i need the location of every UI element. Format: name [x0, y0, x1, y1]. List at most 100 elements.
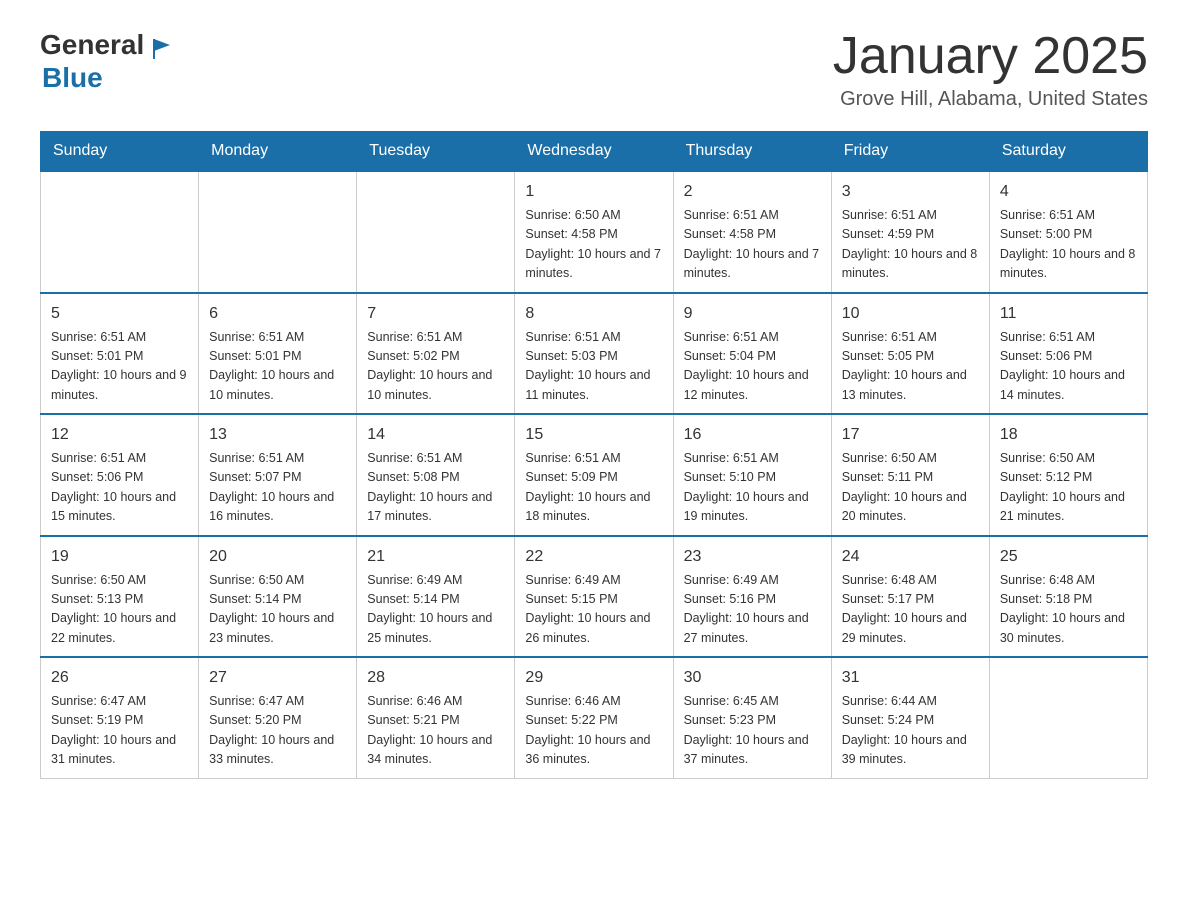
day-info: Sunrise: 6:51 AM Sunset: 5:04 PM Dayligh…: [684, 328, 821, 406]
calendar-week-5: 26Sunrise: 6:47 AM Sunset: 5:19 PM Dayli…: [41, 657, 1148, 778]
calendar-cell: 1Sunrise: 6:50 AM Sunset: 4:58 PM Daylig…: [515, 171, 673, 293]
calendar-cell: 28Sunrise: 6:46 AM Sunset: 5:21 PM Dayli…: [357, 657, 515, 778]
day-info: Sunrise: 6:51 AM Sunset: 5:07 PM Dayligh…: [209, 449, 346, 527]
month-title: January 2025: [833, 30, 1148, 82]
day-info: Sunrise: 6:47 AM Sunset: 5:20 PM Dayligh…: [209, 692, 346, 770]
calendar-cell: 27Sunrise: 6:47 AM Sunset: 5:20 PM Dayli…: [199, 657, 357, 778]
day-info: Sunrise: 6:47 AM Sunset: 5:19 PM Dayligh…: [51, 692, 188, 770]
day-number: 28: [367, 666, 504, 690]
day-number: 8: [525, 302, 662, 326]
day-number: 15: [525, 423, 662, 447]
day-info: Sunrise: 6:45 AM Sunset: 5:23 PM Dayligh…: [684, 692, 821, 770]
day-number: 23: [684, 545, 821, 569]
day-info: Sunrise: 6:46 AM Sunset: 5:22 PM Dayligh…: [525, 692, 662, 770]
calendar-cell: 30Sunrise: 6:45 AM Sunset: 5:23 PM Dayli…: [673, 657, 831, 778]
day-number: 13: [209, 423, 346, 447]
day-number: 20: [209, 545, 346, 569]
day-info: Sunrise: 6:51 AM Sunset: 5:01 PM Dayligh…: [209, 328, 346, 406]
day-number: 29: [525, 666, 662, 690]
day-info: Sunrise: 6:49 AM Sunset: 5:16 PM Dayligh…: [684, 571, 821, 649]
weekday-header-thursday: Thursday: [673, 132, 831, 172]
day-info: Sunrise: 6:49 AM Sunset: 5:14 PM Dayligh…: [367, 571, 504, 649]
title-block: January 2025 Grove Hill, Alabama, United…: [833, 30, 1148, 111]
day-number: 18: [1000, 423, 1137, 447]
day-number: 31: [842, 666, 979, 690]
weekday-header-tuesday: Tuesday: [357, 132, 515, 172]
calendar-cell: 29Sunrise: 6:46 AM Sunset: 5:22 PM Dayli…: [515, 657, 673, 778]
calendar-cell: 13Sunrise: 6:51 AM Sunset: 5:07 PM Dayli…: [199, 414, 357, 536]
logo-blue-text: Blue: [40, 63, 174, 94]
calendar-cell: 3Sunrise: 6:51 AM Sunset: 4:59 PM Daylig…: [831, 171, 989, 293]
calendar-cell: [989, 657, 1147, 778]
calendar-week-2: 5Sunrise: 6:51 AM Sunset: 5:01 PM Daylig…: [41, 293, 1148, 415]
day-info: Sunrise: 6:51 AM Sunset: 5:02 PM Dayligh…: [367, 328, 504, 406]
day-info: Sunrise: 6:44 AM Sunset: 5:24 PM Dayligh…: [842, 692, 979, 770]
day-info: Sunrise: 6:51 AM Sunset: 5:00 PM Dayligh…: [1000, 206, 1137, 284]
day-number: 21: [367, 545, 504, 569]
calendar-cell: 7Sunrise: 6:51 AM Sunset: 5:02 PM Daylig…: [357, 293, 515, 415]
page-header: General Blue January 2025 Grove Hill, Al…: [40, 30, 1148, 111]
day-number: 27: [209, 666, 346, 690]
day-number: 10: [842, 302, 979, 326]
day-number: 11: [1000, 302, 1137, 326]
calendar-cell: 4Sunrise: 6:51 AM Sunset: 5:00 PM Daylig…: [989, 171, 1147, 293]
calendar-cell: 18Sunrise: 6:50 AM Sunset: 5:12 PM Dayli…: [989, 414, 1147, 536]
day-info: Sunrise: 6:50 AM Sunset: 5:13 PM Dayligh…: [51, 571, 188, 649]
calendar-week-4: 19Sunrise: 6:50 AM Sunset: 5:13 PM Dayli…: [41, 536, 1148, 658]
day-number: 5: [51, 302, 188, 326]
calendar-cell: 20Sunrise: 6:50 AM Sunset: 5:14 PM Dayli…: [199, 536, 357, 658]
day-number: 30: [684, 666, 821, 690]
calendar-table: SundayMondayTuesdayWednesdayThursdayFrid…: [40, 131, 1148, 779]
day-number: 4: [1000, 180, 1137, 204]
calendar-cell: 14Sunrise: 6:51 AM Sunset: 5:08 PM Dayli…: [357, 414, 515, 536]
calendar-week-3: 12Sunrise: 6:51 AM Sunset: 5:06 PM Dayli…: [41, 414, 1148, 536]
day-info: Sunrise: 6:48 AM Sunset: 5:18 PM Dayligh…: [1000, 571, 1137, 649]
calendar-cell: 15Sunrise: 6:51 AM Sunset: 5:09 PM Dayli…: [515, 414, 673, 536]
day-info: Sunrise: 6:50 AM Sunset: 5:11 PM Dayligh…: [842, 449, 979, 527]
calendar-cell: 26Sunrise: 6:47 AM Sunset: 5:19 PM Dayli…: [41, 657, 199, 778]
day-info: Sunrise: 6:51 AM Sunset: 5:06 PM Dayligh…: [1000, 328, 1137, 406]
day-number: 26: [51, 666, 188, 690]
location-text: Grove Hill, Alabama, United States: [833, 88, 1148, 111]
day-info: Sunrise: 6:51 AM Sunset: 5:10 PM Dayligh…: [684, 449, 821, 527]
logo: General Blue: [40, 30, 174, 94]
day-number: 7: [367, 302, 504, 326]
weekday-header-friday: Friday: [831, 132, 989, 172]
calendar-cell: 25Sunrise: 6:48 AM Sunset: 5:18 PM Dayli…: [989, 536, 1147, 658]
calendar-cell: [41, 171, 199, 293]
day-number: 16: [684, 423, 821, 447]
day-number: 3: [842, 180, 979, 204]
calendar-cell: 12Sunrise: 6:51 AM Sunset: 5:06 PM Dayli…: [41, 414, 199, 536]
day-info: Sunrise: 6:51 AM Sunset: 5:09 PM Dayligh…: [525, 449, 662, 527]
calendar-cell: 6Sunrise: 6:51 AM Sunset: 5:01 PM Daylig…: [199, 293, 357, 415]
logo-general-text: General: [40, 29, 144, 60]
day-info: Sunrise: 6:51 AM Sunset: 5:08 PM Dayligh…: [367, 449, 504, 527]
day-info: Sunrise: 6:51 AM Sunset: 5:01 PM Dayligh…: [51, 328, 188, 406]
calendar-cell: 16Sunrise: 6:51 AM Sunset: 5:10 PM Dayli…: [673, 414, 831, 536]
calendar-cell: 11Sunrise: 6:51 AM Sunset: 5:06 PM Dayli…: [989, 293, 1147, 415]
calendar-cell: 8Sunrise: 6:51 AM Sunset: 5:03 PM Daylig…: [515, 293, 673, 415]
calendar-cell: 10Sunrise: 6:51 AM Sunset: 5:05 PM Dayli…: [831, 293, 989, 415]
day-number: 14: [367, 423, 504, 447]
day-info: Sunrise: 6:49 AM Sunset: 5:15 PM Dayligh…: [525, 571, 662, 649]
calendar-cell: 24Sunrise: 6:48 AM Sunset: 5:17 PM Dayli…: [831, 536, 989, 658]
weekday-header-monday: Monday: [199, 132, 357, 172]
day-number: 22: [525, 545, 662, 569]
calendar-cell: [357, 171, 515, 293]
day-number: 1: [525, 180, 662, 204]
calendar-cell: 21Sunrise: 6:49 AM Sunset: 5:14 PM Dayli…: [357, 536, 515, 658]
calendar-cell: 22Sunrise: 6:49 AM Sunset: 5:15 PM Dayli…: [515, 536, 673, 658]
day-number: 6: [209, 302, 346, 326]
calendar-cell: 19Sunrise: 6:50 AM Sunset: 5:13 PM Dayli…: [41, 536, 199, 658]
day-number: 25: [1000, 545, 1137, 569]
calendar-cell: 17Sunrise: 6:50 AM Sunset: 5:11 PM Dayli…: [831, 414, 989, 536]
calendar-cell: 31Sunrise: 6:44 AM Sunset: 5:24 PM Dayli…: [831, 657, 989, 778]
day-info: Sunrise: 6:51 AM Sunset: 4:59 PM Dayligh…: [842, 206, 979, 284]
day-number: 2: [684, 180, 821, 204]
day-info: Sunrise: 6:46 AM Sunset: 5:21 PM Dayligh…: [367, 692, 504, 770]
calendar-cell: 23Sunrise: 6:49 AM Sunset: 5:16 PM Dayli…: [673, 536, 831, 658]
day-number: 24: [842, 545, 979, 569]
calendar-cell: [199, 171, 357, 293]
day-info: Sunrise: 6:51 AM Sunset: 4:58 PM Dayligh…: [684, 206, 821, 284]
day-number: 19: [51, 545, 188, 569]
